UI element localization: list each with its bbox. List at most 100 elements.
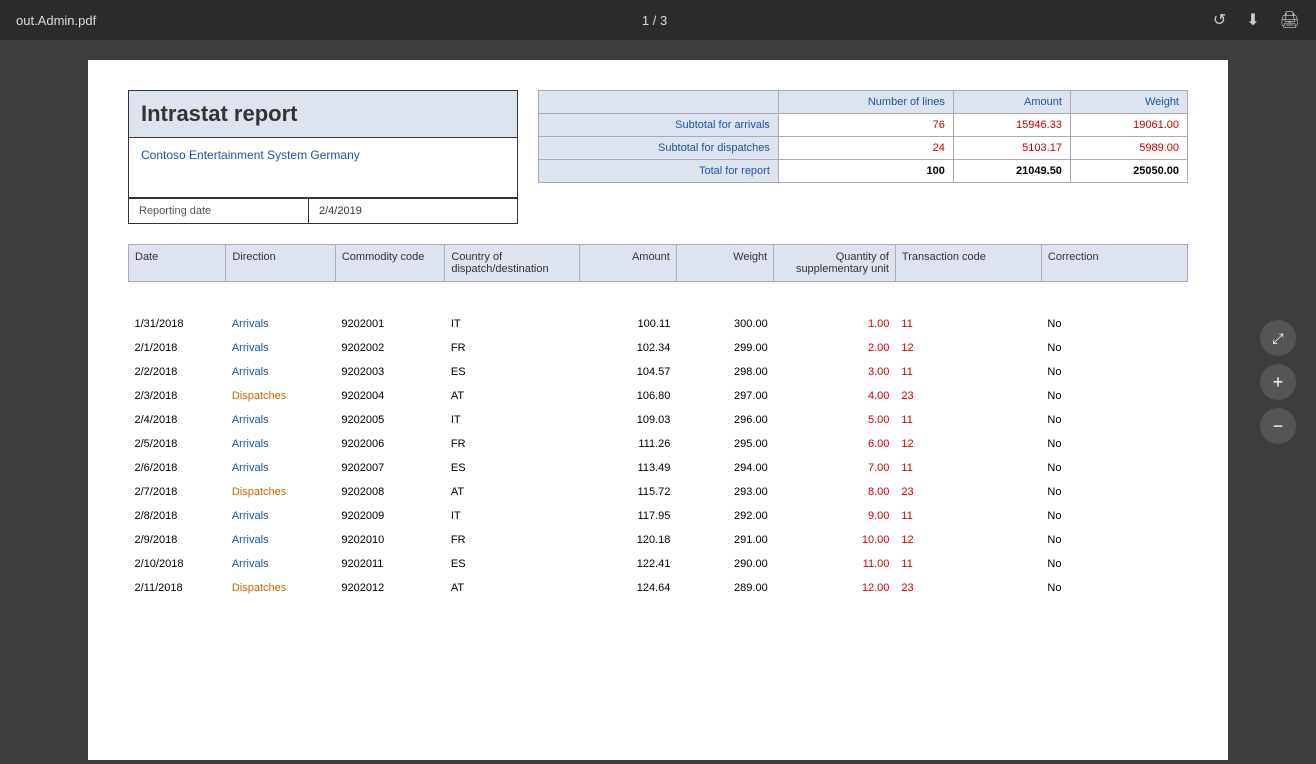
- cell-qty: 6.00: [774, 432, 896, 456]
- summary-label: Subtotal for arrivals: [539, 114, 779, 137]
- cell-correction: No: [1041, 552, 1187, 576]
- cell-amount: 124.64: [579, 576, 676, 600]
- toolbar-actions: ↺ ⬇ 🖨: [1213, 10, 1300, 30]
- cell-weight: 290.00: [676, 552, 773, 576]
- cell-amount: 113.49: [579, 456, 676, 480]
- cell-transaction: 23: [895, 384, 1041, 408]
- filename: out.Admin.pdf: [16, 13, 96, 28]
- cell-correction: No: [1041, 336, 1187, 360]
- summary-row: Subtotal for arrivals 76 15946.33 19061.…: [539, 114, 1188, 137]
- cell-weight: 300.00: [676, 312, 773, 336]
- col-header-commodity: Commodity code: [335, 245, 445, 282]
- page-info: 1 / 3: [642, 13, 667, 28]
- cell-weight: 289.00: [676, 576, 773, 600]
- cell-commodity: 9202004: [335, 384, 445, 408]
- cell-transaction: 12: [895, 432, 1041, 456]
- cell-commodity: 9202009: [335, 504, 445, 528]
- cell-correction: No: [1041, 504, 1187, 528]
- cell-correction: No: [1041, 432, 1187, 456]
- cell-country: IT: [445, 312, 579, 336]
- summary-amount: 21049.50: [953, 160, 1070, 183]
- cell-commodity: 9202012: [335, 576, 445, 600]
- table-row: 2/10/2018 Arrivals 9202011 ES 122.41 290…: [129, 552, 1188, 576]
- company-name: Contoso Entertainment System Germany: [129, 138, 517, 198]
- cell-amount: 117.95: [579, 504, 676, 528]
- cell-country: ES: [445, 456, 579, 480]
- table-row: 2/9/2018 Arrivals 9202010 FR 120.18 291.…: [129, 528, 1188, 552]
- date-label: Reporting date: [129, 199, 309, 223]
- cell-weight: 293.00: [676, 480, 773, 504]
- col-header-weight: Weight: [676, 245, 773, 282]
- download-icon[interactable]: ⬇: [1246, 10, 1259, 30]
- zoom-fit-button[interactable]: ⤢: [1260, 320, 1296, 356]
- cell-commodity: 9202005: [335, 408, 445, 432]
- cell-transaction: 11: [895, 408, 1041, 432]
- cell-country: ES: [445, 552, 579, 576]
- cell-qty: 8.00: [774, 480, 896, 504]
- data-table: Date Direction Commodity code Country of…: [128, 244, 1188, 600]
- cell-transaction: 11: [895, 312, 1041, 336]
- cell-qty: 7.00: [774, 456, 896, 480]
- cell-date: 2/1/2018: [129, 336, 226, 360]
- cell-commodity: 9202007: [335, 456, 445, 480]
- refresh-icon[interactable]: ↺: [1213, 10, 1226, 30]
- cell-date: 2/11/2018: [129, 576, 226, 600]
- cell-correction: No: [1041, 384, 1187, 408]
- cell-direction: Arrivals: [226, 336, 336, 360]
- cell-direction: Arrivals: [226, 432, 336, 456]
- cell-weight: 297.00: [676, 384, 773, 408]
- table-row: 2/11/2018 Dispatches 9202012 AT 124.64 2…: [129, 576, 1188, 600]
- cell-weight: 294.00: [676, 456, 773, 480]
- cell-amount: 100.11: [579, 312, 676, 336]
- cell-transaction: 23: [895, 576, 1041, 600]
- report-header: Intrastat report Contoso Entertainment S…: [128, 90, 1188, 224]
- report-title-box: Intrastat report Contoso Entertainment S…: [128, 90, 518, 224]
- cell-commodity: 9202010: [335, 528, 445, 552]
- cell-weight: 298.00: [676, 360, 773, 384]
- cell-country: IT: [445, 504, 579, 528]
- summary-amount: 15946.33: [953, 114, 1070, 137]
- cell-commodity: 9202003: [335, 360, 445, 384]
- cell-qty: 10.00: [774, 528, 896, 552]
- cell-amount: 111.26: [579, 432, 676, 456]
- cell-direction: Arrivals: [226, 312, 336, 336]
- zoom-in-button[interactable]: +: [1260, 364, 1296, 400]
- cell-country: FR: [445, 528, 579, 552]
- cell-commodity: 9202008: [335, 480, 445, 504]
- cell-country: FR: [445, 336, 579, 360]
- table-row: 2/7/2018 Dispatches 9202008 AT 115.72 29…: [129, 480, 1188, 504]
- summary-header-weight: Weight: [1070, 91, 1187, 114]
- cell-direction: Arrivals: [226, 528, 336, 552]
- cell-date: 2/6/2018: [129, 456, 226, 480]
- col-header-correction: Correction: [1041, 245, 1187, 282]
- table-row: 2/8/2018 Arrivals 9202009 IT 117.95 292.…: [129, 504, 1188, 528]
- cell-amount: 109.03: [579, 408, 676, 432]
- pdf-page: Intrastat report Contoso Entertainment S…: [88, 60, 1228, 760]
- cell-weight: 299.00: [676, 336, 773, 360]
- cell-correction: No: [1041, 576, 1187, 600]
- cell-transaction: 11: [895, 360, 1041, 384]
- cell-date: 2/3/2018: [129, 384, 226, 408]
- cell-transaction: 11: [895, 456, 1041, 480]
- summary-header-lines: Number of lines: [778, 91, 953, 114]
- summary-table: Number of lines Amount Weight Subtotal f…: [538, 90, 1188, 183]
- cell-direction: Arrivals: [226, 504, 336, 528]
- print-icon[interactable]: 🖨: [1280, 10, 1300, 30]
- cell-date: 2/7/2018: [129, 480, 226, 504]
- cell-country: AT: [445, 384, 579, 408]
- col-header-qty: Quantity of supplementary unit: [774, 245, 896, 282]
- cell-correction: No: [1041, 528, 1187, 552]
- cell-weight: 296.00: [676, 408, 773, 432]
- cell-direction: Dispatches: [226, 384, 336, 408]
- report-title: Intrastat report: [129, 91, 517, 138]
- cell-qty: 9.00: [774, 504, 896, 528]
- table-row: 2/3/2018 Dispatches 9202004 AT 106.80 29…: [129, 384, 1188, 408]
- cell-direction: Dispatches: [226, 576, 336, 600]
- cell-transaction: 11: [895, 504, 1041, 528]
- cell-commodity: 9202001: [335, 312, 445, 336]
- summary-label: Subtotal for dispatches: [539, 137, 779, 160]
- cell-date: 2/10/2018: [129, 552, 226, 576]
- cell-correction: No: [1041, 480, 1187, 504]
- cell-date: 2/5/2018: [129, 432, 226, 456]
- zoom-out-button[interactable]: −: [1260, 408, 1296, 444]
